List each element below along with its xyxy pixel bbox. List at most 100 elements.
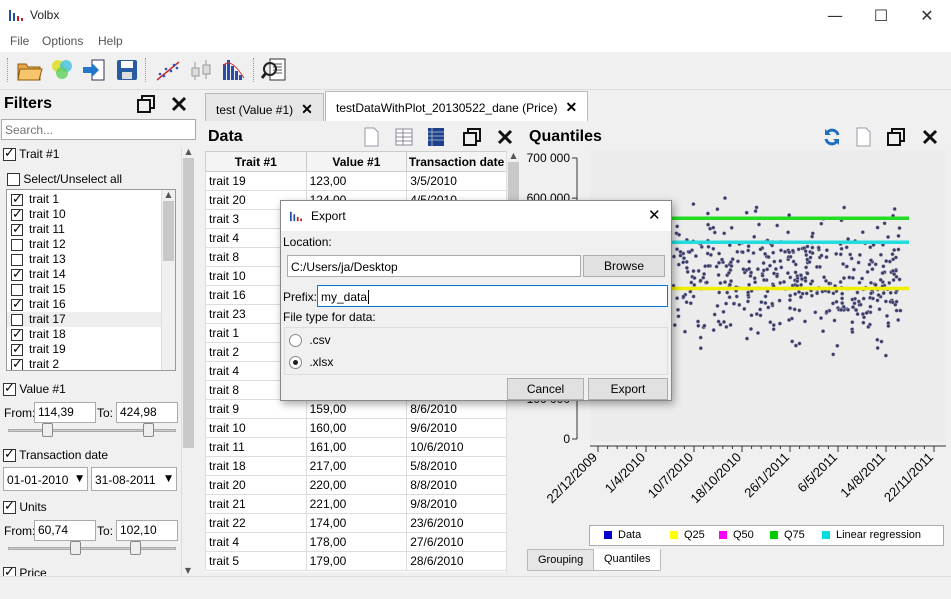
- select-all-checkbox[interactable]: [7, 173, 20, 187]
- close-panel-icon[interactable]: [496, 128, 514, 146]
- prefix-input[interactable]: my_data: [317, 285, 668, 307]
- inspect-log-icon[interactable]: [261, 56, 289, 84]
- dropdown-arrow-icon[interactable]: ▼: [165, 474, 172, 484]
- tab-price[interactable]: testDataWithPlot_20130522_dane (Price) ✕: [325, 91, 589, 121]
- table-cell[interactable]: 8/8/2010: [406, 475, 507, 495]
- xlsx-option[interactable]: .xlsx: [289, 355, 333, 370]
- scroll-thumb[interactable]: [508, 162, 519, 202]
- table-cell[interactable]: 10/6/2010: [406, 437, 507, 457]
- table-row[interactable]: trait 20 220,00 8/8/2010: [205, 475, 507, 495]
- trait-item-checkbox[interactable]: [11, 327, 23, 342]
- export-icon[interactable]: [361, 127, 381, 147]
- table-cell[interactable]: 27/6/2010: [406, 532, 507, 552]
- trait-item-checkbox[interactable]: [11, 313, 23, 326]
- tab-quantiles[interactable]: Quantiles: [593, 549, 662, 571]
- trait-item-checkbox[interactable]: [11, 357, 23, 370]
- location-input[interactable]: C:/Users/ja/Desktop: [287, 255, 581, 277]
- units-range-slider[interactable]: [8, 547, 176, 550]
- table-cell[interactable]: trait 9: [205, 399, 307, 419]
- table-row[interactable]: trait 18 217,00 5/8/2010: [205, 456, 507, 476]
- trait-item-checkbox[interactable]: [11, 238, 23, 251]
- trait-filter-checkbox[interactable]: [3, 146, 16, 162]
- value-from-input[interactable]: 114,39: [34, 402, 96, 423]
- table-row[interactable]: trait 5 179,00 28/6/2010: [205, 551, 507, 571]
- table-row[interactable]: trait 11 161,00 10/6/2010: [205, 437, 507, 457]
- table-cell[interactable]: 28/6/2010: [406, 551, 507, 571]
- trait-list-item[interactable]: trait 10: [7, 207, 175, 222]
- value-slider-max-handle[interactable]: [143, 423, 154, 437]
- table-cell[interactable]: trait 4: [205, 532, 307, 552]
- trait-filter-header[interactable]: Trait #1: [3, 146, 59, 162]
- trait-list-item[interactable]: trait 16: [7, 297, 175, 312]
- close-window-button[interactable]: ✕: [904, 0, 950, 31]
- dropdown-arrow-icon[interactable]: ▼: [76, 474, 83, 484]
- table-row[interactable]: trait 19 123,00 3/5/2010: [205, 171, 507, 191]
- units-filter-header[interactable]: Units: [3, 499, 47, 515]
- csv-option[interactable]: .csv: [289, 333, 331, 348]
- scroll-thumb[interactable]: [163, 201, 174, 261]
- float-panel-icon[interactable]: [463, 128, 481, 146]
- table-cell[interactable]: 221,00: [305, 494, 408, 514]
- trait-list-item[interactable]: trait 14: [7, 267, 175, 282]
- table-cell[interactable]: 9/6/2010: [406, 418, 507, 438]
- table-cell[interactable]: 220,00: [305, 475, 408, 495]
- trait-item-checkbox[interactable]: [11, 207, 23, 222]
- table-cell[interactable]: trait 5: [205, 551, 307, 571]
- trait-list-item[interactable]: trait 19: [7, 342, 175, 357]
- close-tab-icon[interactable]: ✕: [565, 99, 577, 115]
- trait-list-item[interactable]: trait 11: [7, 222, 175, 237]
- close-tab-icon[interactable]: ✕: [301, 101, 313, 117]
- table-cell[interactable]: trait 21: [205, 494, 307, 514]
- menu-options[interactable]: Options: [42, 34, 83, 48]
- trait-list-item[interactable]: trait 1: [7, 192, 175, 207]
- table-cell[interactable]: 5/8/2010: [406, 456, 507, 476]
- value-filter-checkbox[interactable]: [3, 381, 16, 397]
- column-header-trait[interactable]: Trait #1: [205, 151, 307, 172]
- date-filter-checkbox[interactable]: [3, 447, 16, 463]
- table-cell[interactable]: 8/6/2010: [406, 399, 507, 419]
- import-icon[interactable]: [80, 56, 108, 84]
- value-slider-min-handle[interactable]: [42, 423, 53, 437]
- trait-item-checkbox[interactable]: [11, 297, 23, 312]
- close-panel-icon[interactable]: [170, 95, 188, 113]
- date-filter-header[interactable]: Transaction date: [3, 447, 108, 463]
- table-cell[interactable]: 179,00: [305, 551, 408, 571]
- trait-item-checkbox[interactable]: [11, 222, 23, 237]
- table-cell[interactable]: 9/8/2010: [406, 494, 507, 514]
- tab-grouping[interactable]: Grouping: [527, 549, 595, 571]
- minimize-button[interactable]: —: [812, 0, 858, 31]
- price-filter-header[interactable]: Price: [3, 566, 47, 576]
- scatter-plot-icon[interactable]: [154, 56, 182, 84]
- export-button[interactable]: Export: [588, 378, 668, 400]
- histogram-icon[interactable]: [220, 56, 248, 84]
- open-folder-icon[interactable]: [16, 56, 44, 84]
- column-header-value[interactable]: Value #1: [305, 151, 408, 172]
- table-row[interactable]: trait 10 160,00 9/6/2010: [205, 418, 507, 438]
- cancel-button[interactable]: Cancel: [507, 378, 584, 400]
- browse-button[interactable]: Browse: [583, 255, 665, 277]
- table-cell[interactable]: 23/6/2010: [406, 513, 507, 533]
- units-to-input[interactable]: 102,10: [116, 520, 178, 541]
- menu-file[interactable]: File: [10, 34, 29, 48]
- refresh-icon[interactable]: [822, 127, 842, 147]
- trait-item-checkbox[interactable]: [11, 192, 23, 207]
- trait-list-item[interactable]: trait 15: [7, 282, 175, 297]
- trait-list-item[interactable]: trait 17: [7, 312, 175, 327]
- trait-item-checkbox[interactable]: [11, 253, 23, 266]
- columns-icon[interactable]: [394, 127, 414, 147]
- trait-list-item[interactable]: trait 18: [7, 327, 175, 342]
- menu-help[interactable]: Help: [98, 34, 123, 48]
- table-cell[interactable]: 161,00: [305, 437, 408, 457]
- table-cell[interactable]: 123,00: [305, 171, 408, 191]
- csv-radio[interactable]: [289, 334, 302, 348]
- save-icon[interactable]: [113, 56, 141, 84]
- table-cell[interactable]: 174,00: [305, 513, 408, 533]
- table-cell[interactable]: trait 11: [205, 437, 307, 457]
- close-panel-icon[interactable]: [921, 128, 939, 146]
- filter-icon[interactable]: [48, 56, 76, 84]
- filters-scrollbar[interactable]: ▲ ▼: [181, 147, 195, 575]
- maximize-button[interactable]: ☐: [858, 0, 904, 31]
- float-panel-icon[interactable]: [137, 95, 155, 113]
- units-slider-min-handle[interactable]: [70, 541, 81, 555]
- table-cell[interactable]: trait 18: [205, 456, 307, 476]
